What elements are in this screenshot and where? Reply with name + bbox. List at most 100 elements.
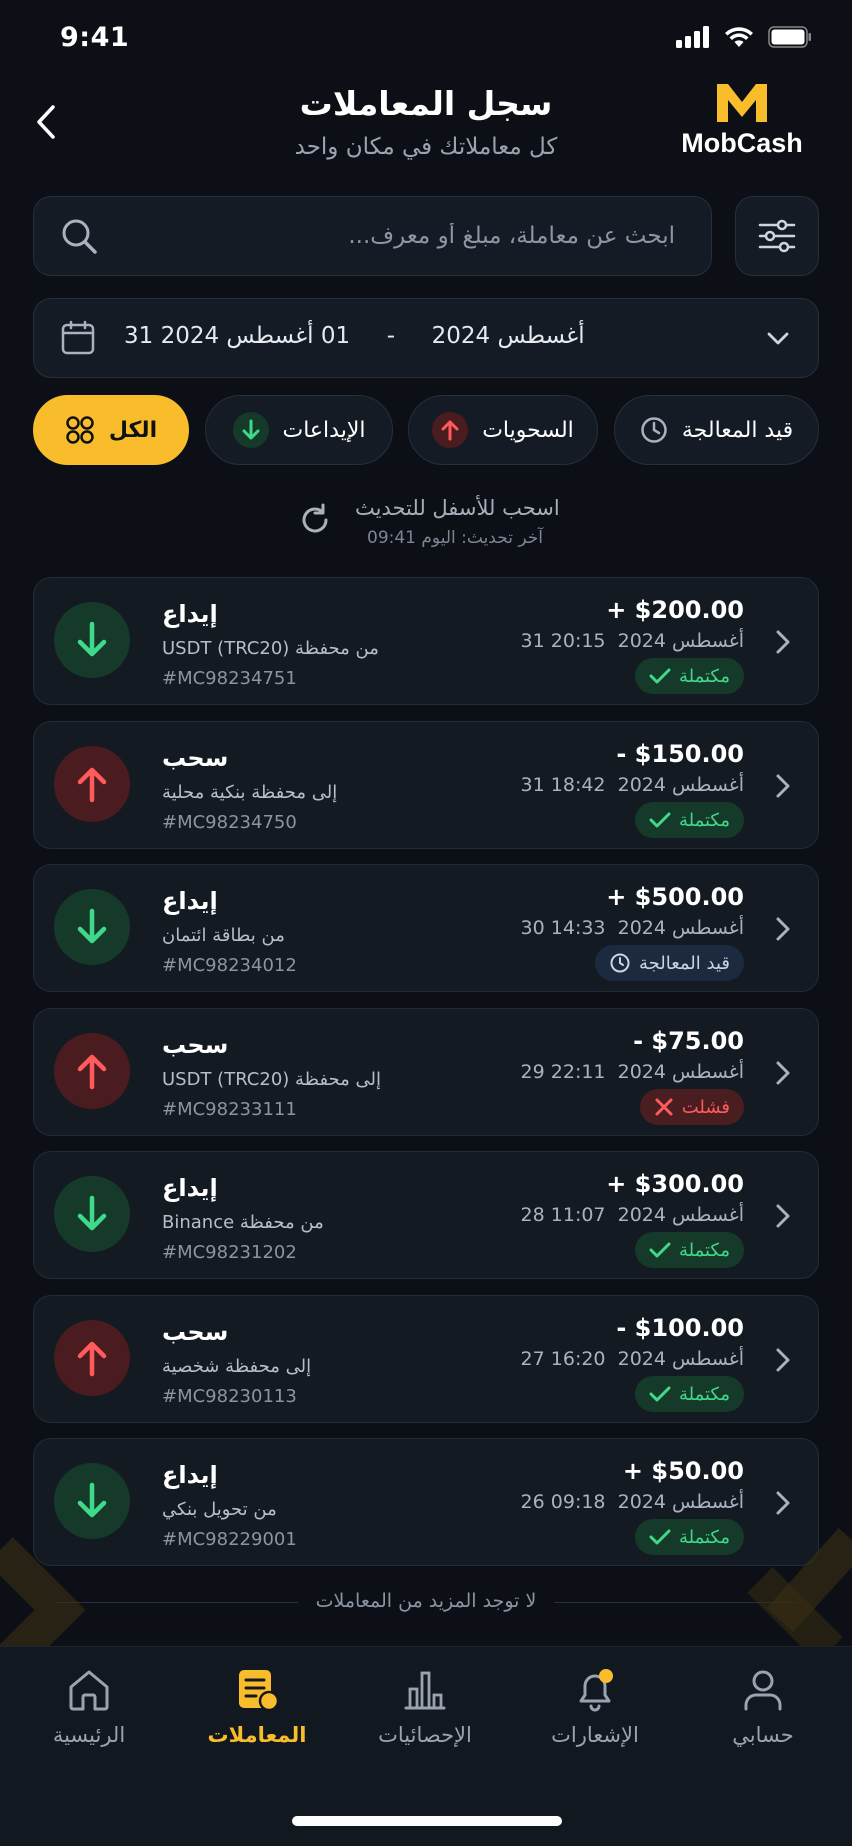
status-badge: مكتملة bbox=[634, 1232, 744, 1268]
x-icon bbox=[654, 1097, 674, 1117]
sliders-icon bbox=[758, 219, 796, 253]
transaction-card[interactable]: إيداع من بطاقة ائتمان #MC98234012 + $500.00… bbox=[33, 864, 819, 992]
transaction-id: #MC98234751 bbox=[162, 668, 297, 689]
transaction-amount: + $50.00 bbox=[622, 1457, 744, 1485]
transaction-source: من تحويل بنكي bbox=[162, 1499, 277, 1520]
status-icons bbox=[676, 26, 812, 48]
tab-transactions-label: المعاملات bbox=[207, 1723, 307, 1747]
transaction-card[interactable]: سحب إلى محفظة شخصية #MC98230113 - $100.00 27… bbox=[33, 1295, 819, 1423]
transaction-card[interactable]: سحب إلى محفظة USDT (TRC20) #MC98233111 - $7… bbox=[33, 1008, 819, 1136]
transaction-card[interactable]: إيداع من محفظة USDT (TRC20) #MC98234751 + $… bbox=[33, 577, 819, 705]
search-box[interactable] bbox=[33, 196, 712, 276]
status-label: فشلت bbox=[681, 1096, 730, 1118]
transaction-id: #MC98230113 bbox=[162, 1386, 297, 1407]
status-label: مكتملة bbox=[678, 1239, 730, 1261]
transaction-amount: + $300.00 bbox=[606, 1170, 744, 1198]
status-label: مكتملة bbox=[678, 1383, 730, 1405]
transaction-amount: - $75.00 bbox=[633, 1027, 744, 1055]
deposit-arrow-icon bbox=[54, 602, 130, 678]
status-badge: فشلت bbox=[639, 1089, 744, 1125]
chip-deposits-label: الإيداعات bbox=[282, 417, 366, 443]
tab-stats-label: الإحصائيات bbox=[378, 1723, 472, 1747]
tab-account-label: حسابي bbox=[732, 1723, 794, 1747]
transaction-id: #MC98234750 bbox=[162, 812, 297, 833]
chevron-right-icon bbox=[776, 917, 790, 941]
chevron-right-icon bbox=[776, 1204, 790, 1228]
background-decoration bbox=[0, 1527, 852, 1650]
home-indicator bbox=[292, 1816, 562, 1826]
refresh-icon bbox=[302, 503, 328, 533]
wifi-icon bbox=[725, 27, 753, 47]
clock-icon bbox=[641, 417, 667, 443]
transaction-id: #MC98231202 bbox=[162, 1242, 297, 1263]
logo-text: MobCash bbox=[681, 128, 803, 158]
search-input[interactable] bbox=[115, 197, 675, 275]
tab-home-label: الرئيسية bbox=[52, 1723, 126, 1747]
status-label: قيد المعالجة bbox=[638, 952, 730, 974]
grid-icon bbox=[66, 416, 94, 444]
transaction-type: إيداع bbox=[162, 1174, 218, 1202]
deposit-arrow-icon bbox=[54, 889, 130, 965]
transaction-type: إيداع bbox=[162, 1461, 218, 1489]
transaction-source: إلى محفظة USDT (TRC20) bbox=[162, 1069, 382, 1090]
transaction-source: من محفظة USDT (TRC20) bbox=[162, 638, 379, 659]
tab-notifications-label: الإشعارات bbox=[551, 1723, 639, 1747]
mobcash-logo: MobCash bbox=[672, 80, 812, 160]
date-range-picker[interactable]: 31 أغسطس 2024 - 01 أغسطس 2024 bbox=[33, 298, 819, 378]
status-label: مكتملة bbox=[678, 665, 730, 687]
chip-pending-label: قيد المعالجة bbox=[681, 417, 794, 443]
refresh-last-update: آخر تحديث: اليوم 09:41 bbox=[367, 528, 543, 548]
check-icon bbox=[649, 811, 671, 829]
withdraw-arrow-icon bbox=[54, 1033, 130, 1109]
transaction-date: 31 أغسطس 2024 18:42 bbox=[520, 774, 744, 796]
transaction-date: 27 أغسطس 2024 16:20 bbox=[520, 1348, 744, 1370]
chip-all[interactable]: الكل bbox=[33, 395, 189, 465]
date-range-text: 31 أغسطس 2024 - 01 أغسطس 2024 bbox=[124, 323, 585, 349]
chip-all-label: الكل bbox=[108, 417, 158, 443]
transaction-source: إلى محفظة بنكية محلية bbox=[162, 782, 338, 803]
transaction-type: سحب bbox=[162, 744, 229, 772]
transaction-type: سحب bbox=[162, 1318, 229, 1346]
check-icon bbox=[649, 667, 671, 685]
receipt-icon bbox=[239, 1670, 280, 1712]
refresh-title: اسحب للأسفل للتحديث bbox=[355, 496, 560, 520]
deposit-arrow-icon bbox=[54, 1176, 130, 1252]
filter-button[interactable] bbox=[735, 196, 819, 276]
transaction-type: سحب bbox=[162, 1031, 229, 1059]
tab-home[interactable]: الرئيسية bbox=[14, 1667, 164, 1747]
search-icon bbox=[62, 219, 97, 254]
tab-account[interactable]: حسابي bbox=[688, 1667, 838, 1747]
status-badge: قيد المعالجة bbox=[594, 945, 744, 981]
user-icon bbox=[744, 1670, 782, 1711]
chip-deposits[interactable]: الإيداعات bbox=[205, 395, 393, 465]
transaction-date: 29 أغسطس 2024 22:11 bbox=[520, 1061, 744, 1083]
transaction-date: 31 أغسطس 2024 20:15 bbox=[520, 630, 744, 652]
battery-icon bbox=[768, 26, 811, 48]
status-time: 9:41 bbox=[60, 22, 130, 53]
check-icon bbox=[649, 1241, 671, 1259]
chip-withdrawals[interactable]: السحويات bbox=[408, 395, 598, 465]
home-icon bbox=[69, 1670, 109, 1711]
transaction-amount: + $500.00 bbox=[606, 883, 744, 911]
transaction-type: إيداع bbox=[162, 887, 218, 915]
transaction-card[interactable]: إيداع من محفظة Binance #MC98231202 + $300.0… bbox=[33, 1151, 819, 1279]
logo-mark-icon bbox=[717, 84, 767, 122]
transaction-source: من محفظة Binance bbox=[162, 1212, 324, 1233]
transaction-amount: - $150.00 bbox=[616, 740, 744, 768]
calendar-icon bbox=[61, 320, 95, 355]
transaction-date: 28 أغسطس 2024 11:07 bbox=[520, 1204, 744, 1226]
status-label: مكتملة bbox=[678, 809, 730, 831]
bar-chart-icon bbox=[404, 1671, 446, 1710]
transaction-type: إيداع bbox=[162, 600, 218, 628]
tab-notifications[interactable]: الإشعارات bbox=[520, 1667, 670, 1747]
tab-transactions[interactable]: المعاملات bbox=[182, 1667, 332, 1747]
transaction-card[interactable]: سحب إلى محفظة بنكية محلية #MC98234750 - $15… bbox=[33, 721, 819, 849]
transaction-amount: - $100.00 bbox=[616, 1314, 744, 1342]
tab-stats[interactable]: الإحصائيات bbox=[350, 1667, 500, 1747]
status-badge: مكتملة bbox=[634, 658, 744, 694]
chevron-down-icon bbox=[767, 332, 789, 345]
chevron-right-icon bbox=[776, 774, 790, 798]
chevron-right-icon bbox=[776, 1491, 790, 1515]
chip-pending[interactable]: قيد المعالجة bbox=[614, 395, 819, 465]
transaction-date: 30 أغسطس 2024 14:33 bbox=[520, 917, 744, 939]
